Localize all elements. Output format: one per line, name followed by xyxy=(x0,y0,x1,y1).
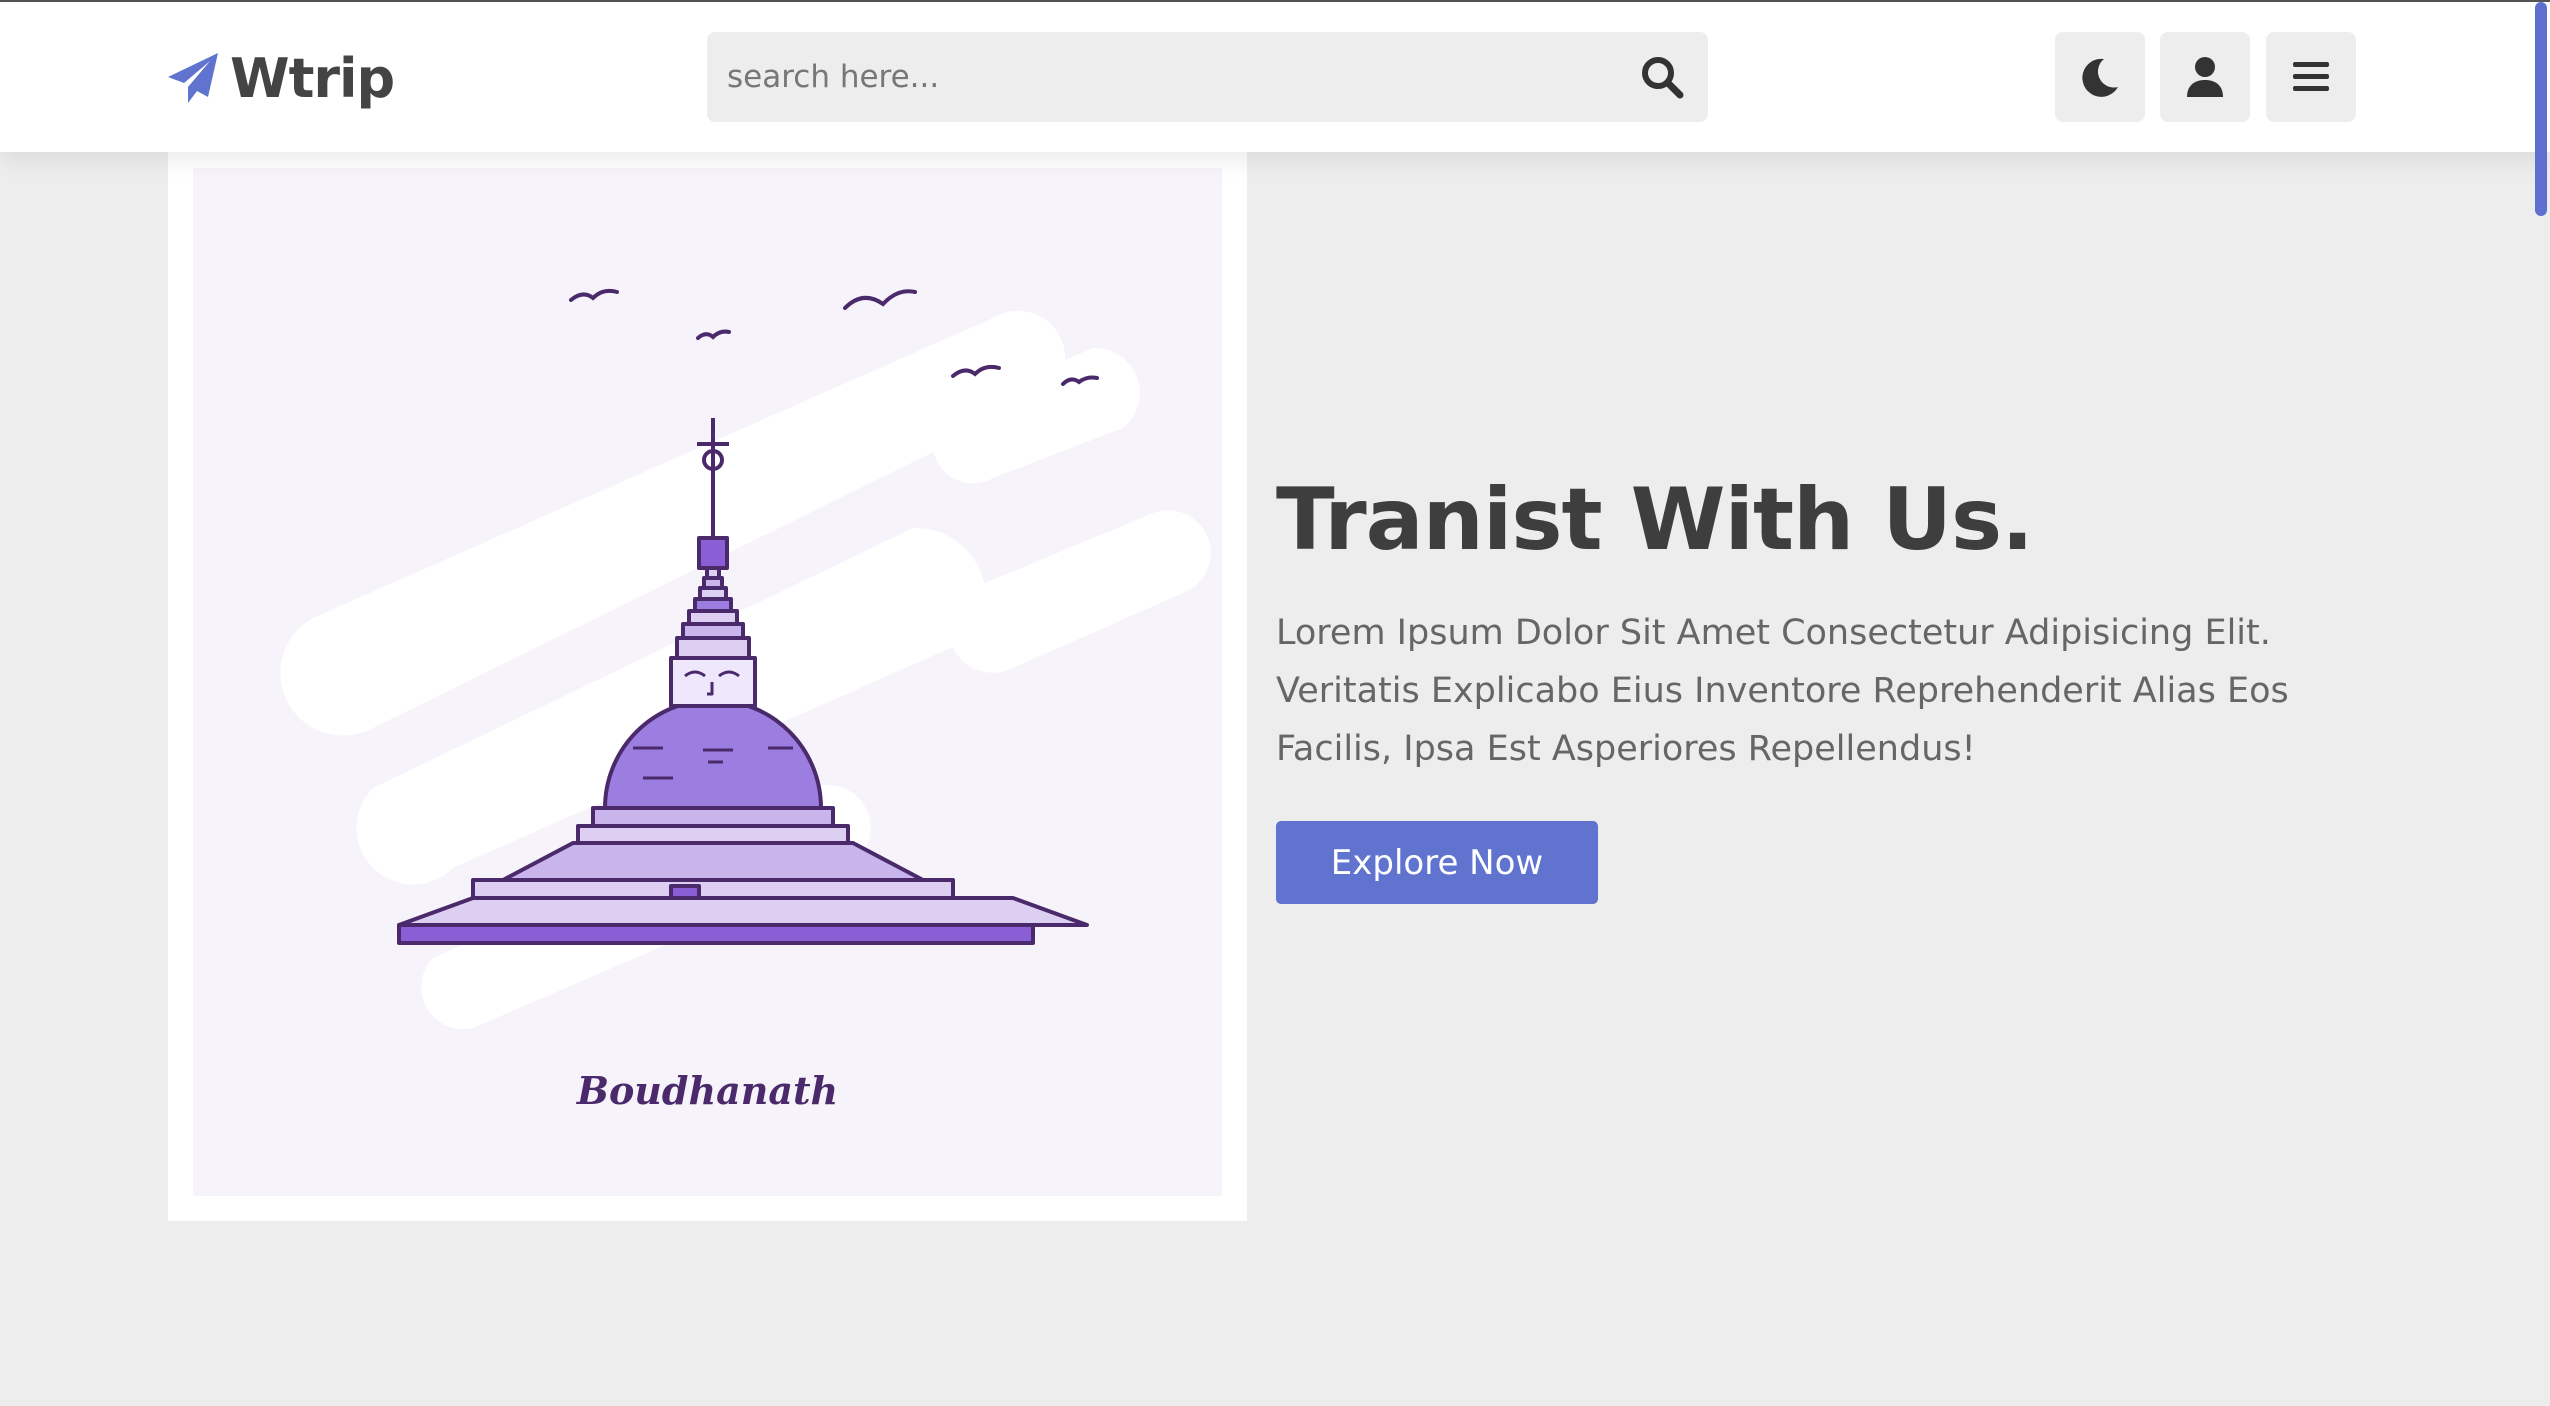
moon-icon xyxy=(2082,58,2118,97)
page-scrollbar[interactable] xyxy=(2532,2,2550,1406)
hero-image-card: Boudhanath xyxy=(168,148,1247,1221)
site-header: Wtrip xyxy=(0,2,2550,152)
search-box xyxy=(707,32,1708,122)
boudhanath-illustration: Boudhanath xyxy=(193,168,1222,1196)
scrollbar-thumb[interactable] xyxy=(2535,2,2547,216)
search-icon[interactable] xyxy=(1638,53,1686,101)
account-button[interactable] xyxy=(2160,32,2250,122)
hero-description: Lorem Ipsum Dolor Sit Amet Consectetur A… xyxy=(1276,613,2289,769)
image-caption: Boudhanath xyxy=(576,1068,839,1113)
hero-title: Tranist With Us. xyxy=(1276,470,2034,570)
brand-name: Wtrip xyxy=(230,46,395,110)
explore-now-button[interactable]: Explore Now xyxy=(1276,821,1598,904)
user-icon xyxy=(2187,57,2223,97)
paper-plane-icon xyxy=(168,53,218,103)
stupa-illustration xyxy=(280,288,1211,1030)
search-input[interactable] xyxy=(727,32,1627,122)
menu-button[interactable] xyxy=(2266,32,2356,122)
brand-logo[interactable]: Wtrip xyxy=(166,42,395,114)
theme-toggle-button[interactable] xyxy=(2055,32,2145,122)
menu-icon xyxy=(2293,62,2329,91)
